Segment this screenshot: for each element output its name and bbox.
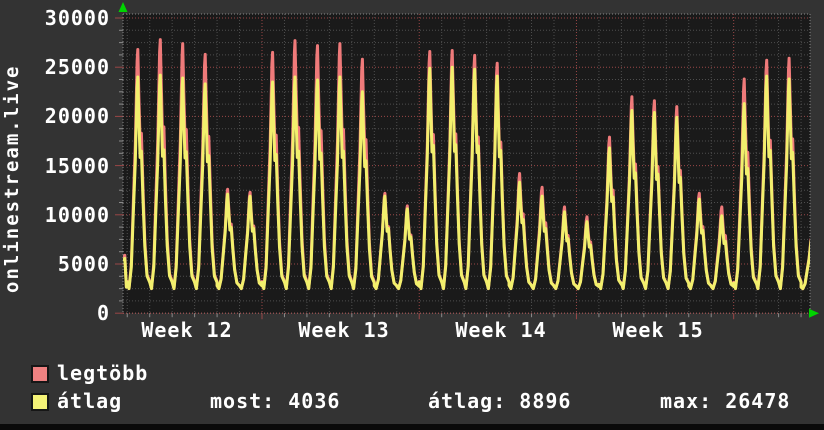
x-tick-label: Week 12: [141, 320, 232, 340]
x-tick-label: Week 13: [298, 320, 389, 340]
y-axis-arrow-icon: [119, 2, 128, 12]
x-tick-label: Week 14: [455, 320, 546, 340]
bottom-bar: [0, 424, 824, 430]
stat-max: max: 26478: [660, 390, 790, 412]
legend-swatch-atlag: [31, 393, 49, 411]
x-axis-arrow-icon: [809, 309, 819, 318]
legend-label-atlag: átlag: [57, 390, 122, 412]
rrd-graph: onlinestream.live 30000 25000 20000 1500…: [0, 0, 824, 430]
stat-most: most: 4036: [210, 390, 340, 412]
stat-atlag: átlag: 8896: [428, 390, 571, 412]
legend-swatch-legtobb: [31, 365, 49, 383]
x-tick-label: Week 15: [612, 320, 703, 340]
legend-label-legtobb: legtöbb: [57, 362, 148, 384]
